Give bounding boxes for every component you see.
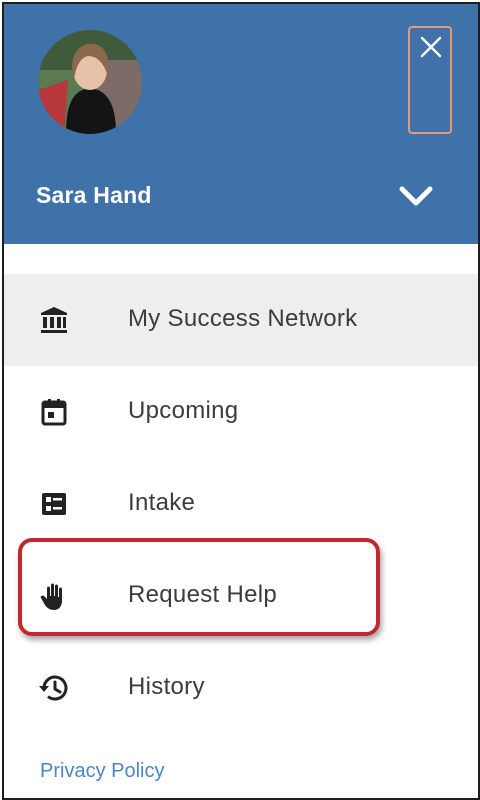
menu-item-intake[interactable]: Intake xyxy=(4,458,478,550)
profile-header: Sara Hand xyxy=(4,4,478,244)
close-icon xyxy=(420,36,442,58)
menu-item-label: Intake xyxy=(128,489,196,516)
menu-item-label: Request Help xyxy=(128,581,278,608)
raised-hand-icon xyxy=(40,583,62,610)
user-name: Sara Hand xyxy=(36,182,152,208)
avatar xyxy=(38,30,142,134)
calendar-icon xyxy=(41,399,67,426)
menu-item-label: History xyxy=(128,673,205,700)
menu-item-label: Upcoming xyxy=(128,397,239,424)
menu-item-upcoming[interactable]: Upcoming xyxy=(4,366,478,458)
close-button[interactable] xyxy=(408,26,452,134)
nav-menu: My Success Network Upcoming Intake Reque… xyxy=(4,274,478,734)
institution-icon xyxy=(41,307,67,333)
menu-item-history[interactable]: History xyxy=(4,642,478,734)
menu-item-my-success-network[interactable]: My Success Network xyxy=(4,274,478,366)
privacy-policy-link[interactable]: Privacy Policy xyxy=(40,760,164,783)
history-icon xyxy=(39,675,68,701)
menu-item-label: My Success Network xyxy=(128,305,358,332)
expand-profile-button[interactable] xyxy=(396,180,436,214)
chevron-down-icon xyxy=(399,186,433,206)
form-icon xyxy=(42,493,66,515)
navigation-drawer: Sara Hand My Success Network Upcoming In… xyxy=(2,2,480,800)
menu-item-request-help[interactable]: Request Help xyxy=(4,550,478,642)
